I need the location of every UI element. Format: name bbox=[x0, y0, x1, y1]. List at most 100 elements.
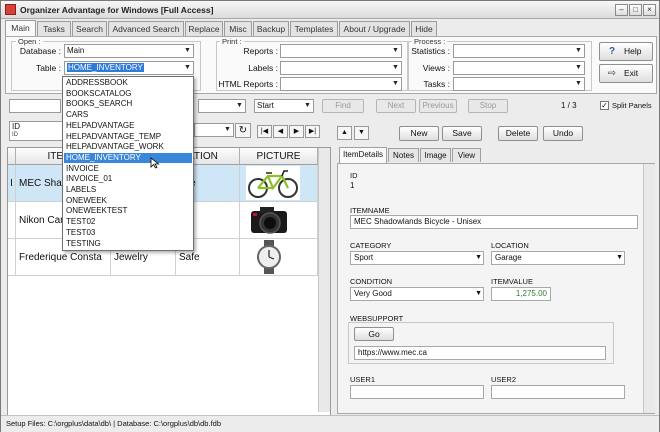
tab-replace[interactable]: Replace bbox=[185, 21, 223, 36]
database-combo[interactable]: Main ▼ bbox=[64, 44, 194, 58]
database-label: Database : bbox=[19, 46, 61, 56]
chevron-down-icon: ▼ bbox=[392, 47, 399, 54]
next-record-icon[interactable]: ▶ bbox=[289, 125, 304, 138]
itemname-field[interactable]: MEC Shadowlands Bicycle - Unisex bbox=[350, 215, 638, 229]
chevron-down-icon: ▼ bbox=[475, 254, 482, 261]
last-record-icon[interactable]: ▶| bbox=[305, 125, 320, 138]
refresh-icon[interactable]: ↻ bbox=[235, 123, 251, 138]
tab-image[interactable]: Image bbox=[420, 148, 451, 162]
list-item[interactable]: CARS bbox=[64, 110, 192, 120]
websupport-url-field[interactable]: https://www.mec.ca bbox=[354, 346, 606, 360]
condition-label: CONDITION bbox=[350, 277, 393, 286]
reports-combo[interactable]: ▼ bbox=[280, 44, 402, 58]
html-reports-combo[interactable]: ▼ bbox=[280, 77, 402, 91]
stop-button[interactable]: Stop bbox=[468, 99, 508, 113]
tab-view[interactable]: View bbox=[452, 148, 481, 162]
tab-tasks[interactable]: Tasks bbox=[37, 21, 71, 36]
split-panels-checkbox[interactable]: ✓ bbox=[600, 101, 609, 110]
list-item[interactable]: LABELS bbox=[64, 185, 192, 195]
tasks-label: Tasks : bbox=[423, 79, 450, 89]
list-item[interactable]: ONEWEEK bbox=[64, 196, 192, 206]
prev-record-icon[interactable]: ◀ bbox=[273, 125, 288, 138]
tab-notes[interactable]: Notes bbox=[388, 148, 419, 162]
chevron-down-icon: ▼ bbox=[475, 290, 482, 297]
tab-about-upgrade[interactable]: About / Upgrade bbox=[339, 21, 410, 36]
tab-item-details[interactable]: ItemDetails bbox=[339, 147, 387, 163]
list-item[interactable]: BOOKSCATALOG bbox=[64, 89, 192, 99]
minimize-button[interactable]: – bbox=[615, 4, 628, 16]
itemvalue-field[interactable]: 1,275.00 bbox=[491, 287, 551, 301]
grid-vertical-scrollbar[interactable] bbox=[318, 148, 330, 412]
mouse-cursor-icon bbox=[150, 157, 160, 169]
search-field-input[interactable] bbox=[9, 99, 61, 113]
chevron-down-icon: ▼ bbox=[184, 64, 191, 71]
tab-main[interactable]: Main bbox=[5, 20, 36, 37]
row-header-corner bbox=[8, 148, 16, 165]
new-record-button[interactable]: New bbox=[399, 126, 439, 141]
list-item[interactable]: BOOKS_SEARCH bbox=[64, 99, 192, 109]
status-bar: Setup Files: C:\orgplus\data\db\ | Datab… bbox=[1, 415, 659, 432]
search-start-combo[interactable]: Start ▼ bbox=[254, 99, 314, 113]
camera-image bbox=[251, 207, 287, 234]
list-item[interactable]: INVOICE_01 bbox=[64, 174, 192, 184]
row-marker bbox=[8, 239, 16, 276]
first-record-icon[interactable]: |◀ bbox=[257, 125, 272, 138]
help-icon: ? bbox=[608, 46, 616, 57]
user1-field[interactable] bbox=[350, 385, 484, 399]
tab-hide[interactable]: Hide bbox=[411, 21, 437, 36]
list-item[interactable]: TEST03 bbox=[64, 228, 192, 238]
labels-combo[interactable]: ▼ bbox=[280, 61, 402, 75]
exit-button[interactable]: ⇨ Exit bbox=[599, 64, 653, 83]
list-item[interactable]: TESTING bbox=[64, 239, 192, 249]
move-up-icon[interactable]: ▲ bbox=[337, 126, 352, 140]
cell-picture[interactable] bbox=[240, 239, 318, 276]
tab-backup[interactable]: Backup bbox=[253, 21, 289, 36]
maximize-button[interactable]: □ bbox=[629, 4, 642, 16]
undo-button[interactable]: Undo bbox=[543, 126, 583, 141]
list-item[interactable]: HELPADVANTAGE bbox=[64, 121, 192, 131]
user2-label: USER2 bbox=[491, 375, 517, 384]
table-combo[interactable]: HOME_INVENTORY ▼ bbox=[64, 61, 194, 75]
chevron-down-icon: ▼ bbox=[224, 126, 231, 133]
search-scope-combo[interactable]: ▼ bbox=[198, 99, 246, 113]
user2-field[interactable] bbox=[491, 385, 625, 399]
field-selector[interactable]: ID ID bbox=[9, 121, 65, 141]
delete-button[interactable]: Delete bbox=[498, 126, 538, 141]
statistics-label: Statistics : bbox=[411, 46, 450, 56]
save-button[interactable]: Save bbox=[442, 126, 482, 141]
location-combo[interactable]: Garage ▼ bbox=[491, 251, 625, 265]
tasks-combo[interactable]: ▼ bbox=[453, 77, 585, 91]
column-header-picture[interactable]: PICTURE bbox=[240, 148, 318, 165]
go-button[interactable]: Go bbox=[354, 327, 394, 341]
list-item[interactable]: HELPADVANTAGE_WORK bbox=[64, 142, 192, 152]
watch-image bbox=[257, 240, 281, 274]
filter-combo[interactable]: ▼ bbox=[194, 123, 234, 137]
tab-misc[interactable]: Misc bbox=[224, 21, 252, 36]
condition-combo[interactable]: Very Good ▼ bbox=[350, 287, 484, 301]
list-item[interactable]: INVOICE bbox=[64, 164, 192, 174]
bicycle-image bbox=[246, 166, 300, 200]
views-combo[interactable]: ▼ bbox=[453, 61, 585, 75]
cell-picture[interactable] bbox=[240, 202, 318, 239]
cell-picture[interactable] bbox=[240, 165, 318, 202]
category-combo[interactable]: Sport ▼ bbox=[350, 251, 484, 265]
statistics-combo[interactable]: ▼ bbox=[453, 44, 585, 58]
close-button[interactable]: × bbox=[643, 4, 656, 16]
list-item-selected[interactable]: HOME_INVENTORY bbox=[64, 152, 192, 164]
previous-button[interactable]: Previous bbox=[419, 99, 457, 113]
move-down-icon[interactable]: ▼ bbox=[354, 126, 369, 140]
help-button[interactable]: ? Help bbox=[599, 42, 653, 61]
tab-advanced-search[interactable]: Advanced Search bbox=[108, 21, 184, 36]
tab-search[interactable]: Search bbox=[72, 21, 107, 36]
find-button[interactable]: Find bbox=[322, 99, 364, 113]
list-item[interactable]: TEST02 bbox=[64, 217, 192, 227]
list-item[interactable]: HELPADVANTAGE_TEMP bbox=[64, 132, 192, 142]
details-vertical-scrollbar[interactable] bbox=[643, 164, 655, 413]
next-button[interactable]: Next bbox=[376, 99, 416, 113]
id-label: ID bbox=[350, 171, 358, 180]
list-item[interactable]: ADDRESSBOOK bbox=[64, 78, 192, 88]
views-label: Views : bbox=[422, 63, 450, 73]
list-item[interactable]: ONEWEEKTEST bbox=[64, 206, 192, 216]
user1-label: USER1 bbox=[350, 375, 376, 384]
tab-templates[interactable]: Templates bbox=[290, 21, 338, 36]
